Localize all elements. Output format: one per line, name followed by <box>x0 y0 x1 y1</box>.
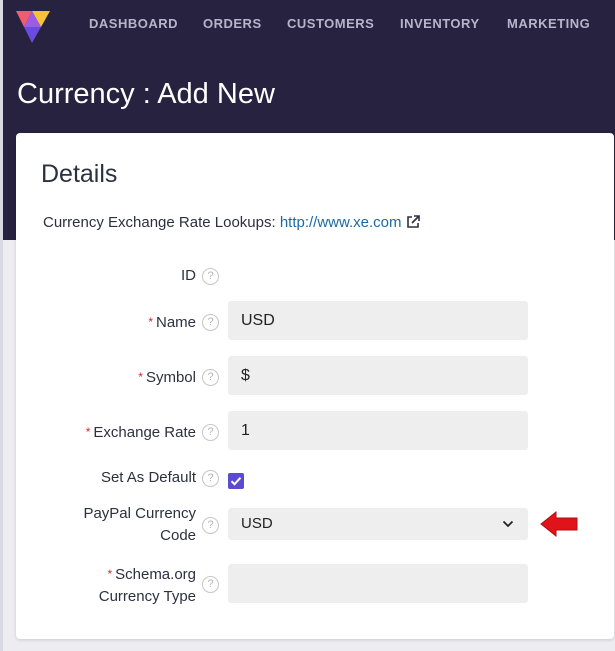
set-default-label: Set As Default <box>100 469 196 486</box>
lookup-label: Currency Exchange Rate Lookups: <box>43 214 276 231</box>
required-marker: * <box>148 315 153 329</box>
exchange-rate-lookup: Currency Exchange Rate Lookups: http://w… <box>43 214 420 231</box>
paypal-help-icon[interactable]: ? <box>202 517 219 534</box>
page-title: Currency : Add New <box>17 78 275 110</box>
nav-item-customers[interactable]: CUSTOMERS <box>287 16 374 31</box>
exchange-rate-input[interactable] <box>228 411 528 450</box>
name-label: * Name <box>148 314 196 331</box>
nav-item-orders[interactable]: ORDERS <box>203 16 262 31</box>
paypal-currency-label: PayPal Currency Code <box>83 505 196 544</box>
required-marker: * <box>85 425 91 439</box>
nav-item-dashboard[interactable]: DASHBOARD <box>89 16 178 31</box>
details-card: Details Currency Exchange Rate Lookups: … <box>16 133 614 639</box>
app-logo-icon[interactable] <box>14 5 52 43</box>
paypal-currency-value: USD <box>241 515 273 532</box>
details-title: Details <box>41 160 118 188</box>
exchange-rate-help-icon[interactable]: ? <box>202 424 219 441</box>
required-marker: * <box>107 567 113 581</box>
schema-help-icon[interactable]: ? <box>202 576 219 593</box>
external-link-icon[interactable] <box>406 215 420 229</box>
symbol-input[interactable] <box>228 356 528 395</box>
checkmark-icon <box>230 477 242 486</box>
name-help-icon[interactable]: ? <box>202 314 219 331</box>
schema-currency-label: * Schema.org Currency Type <box>98 566 196 605</box>
schema-currency-input[interactable] <box>228 564 528 603</box>
nav-item-inventory[interactable]: INVENTORY <box>400 16 480 31</box>
xe-link[interactable]: http://www.xe.com <box>280 214 402 231</box>
id-label: ID <box>181 267 196 284</box>
paypal-currency-select[interactable]: USD <box>228 508 528 540</box>
name-input[interactable] <box>228 301 528 340</box>
exchange-rate-label: * Exchange Rate <box>85 424 196 441</box>
id-help-icon[interactable]: ? <box>202 268 219 285</box>
symbol-label: * Symbol <box>138 369 196 386</box>
set-default-help-icon[interactable]: ? <box>202 470 219 487</box>
chevron-down-icon <box>502 520 514 528</box>
symbol-help-icon[interactable]: ? <box>202 369 219 386</box>
nav-item-marketing[interactable]: MARKETING <box>507 16 590 31</box>
set-default-checkbox[interactable] <box>228 473 244 489</box>
red-arrow-annotation-icon <box>540 510 578 538</box>
required-marker: * <box>138 370 143 384</box>
top-navigation: DASHBOARD ORDERS CUSTOMERS INVENTORY MAR… <box>3 0 615 48</box>
